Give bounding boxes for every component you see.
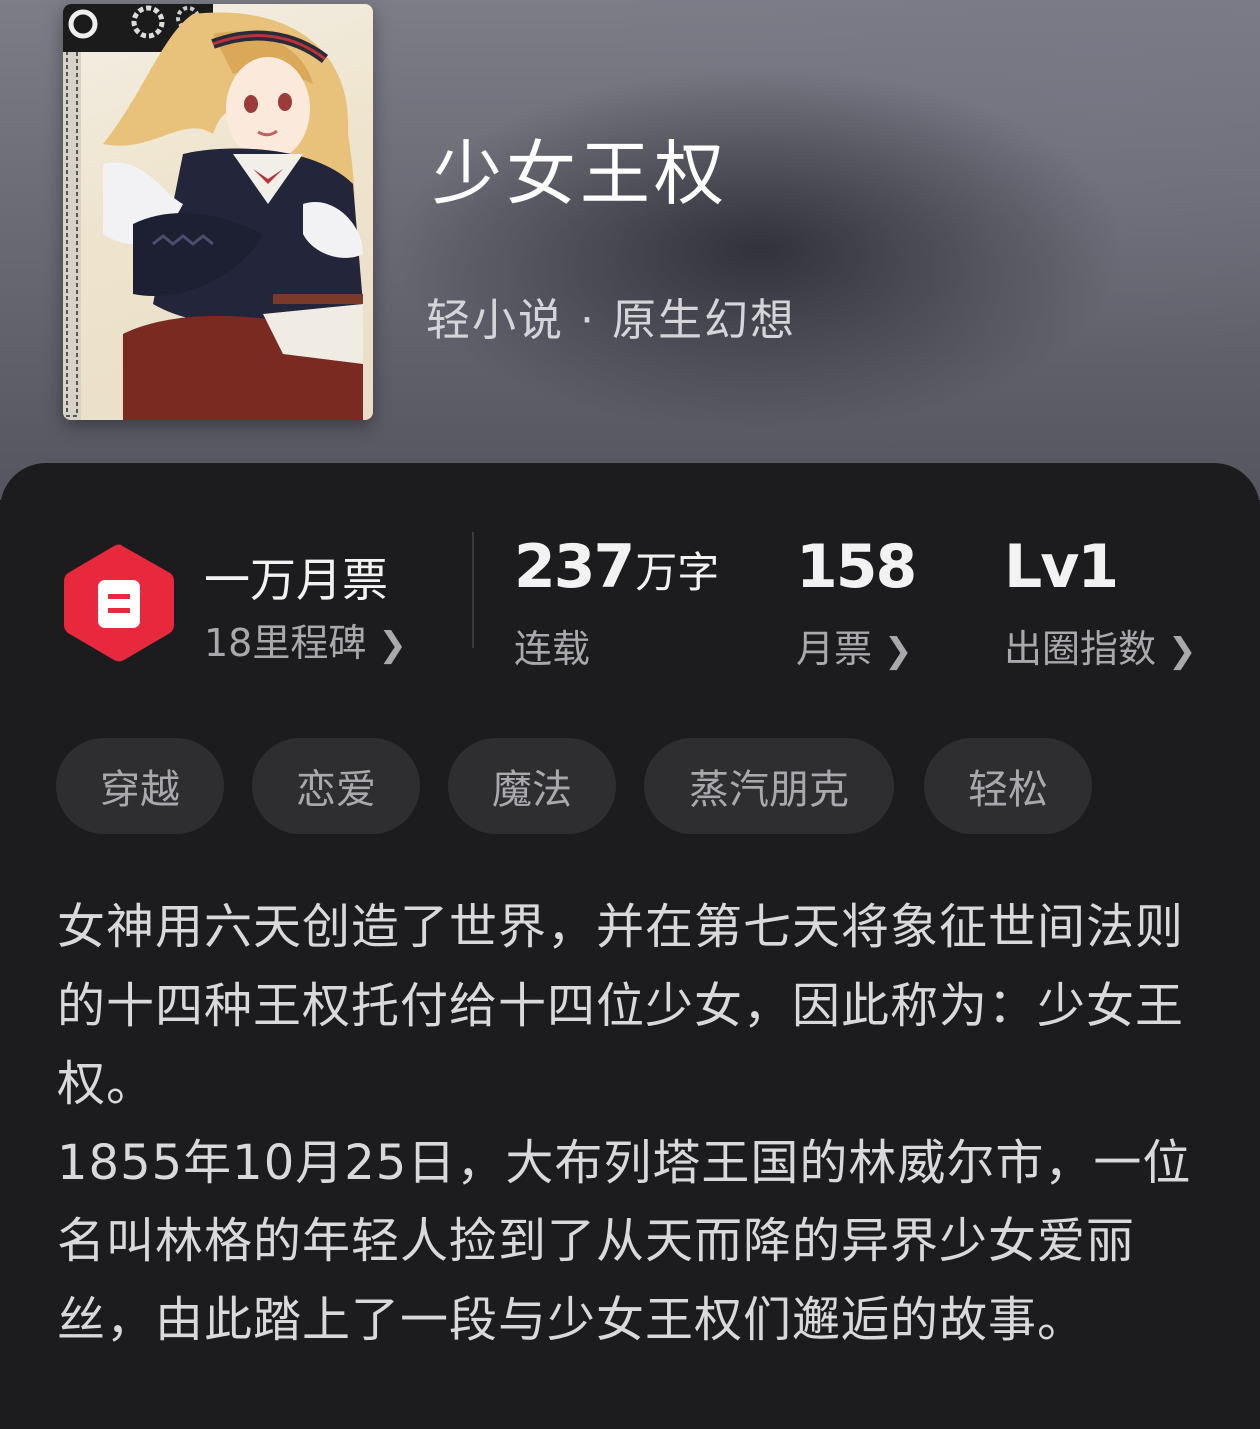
milestone-subtitle: 18里程碑 (204, 621, 367, 665)
word-count: 237万字 (514, 532, 719, 602)
word-count-value: 237 (514, 532, 635, 602)
milestone-title[interactable]: 一万月票 (204, 544, 388, 610)
popularity-level: Lv1 (1004, 532, 1119, 602)
popularity-index-label: 出圈指数 (1004, 627, 1157, 671)
monthly-ticket-value: 158 (796, 532, 917, 602)
cover-illustration (63, 4, 363, 420)
book-cover-image[interactable] (63, 4, 373, 420)
monthly-ticket-label: 月票 (796, 627, 873, 671)
tag-chip[interactable]: 恋爱 (252, 738, 420, 834)
book-category[interactable]: 轻小说 · 原生幻想 (426, 284, 796, 348)
monthly-ticket-link[interactable]: 月票 ❯ (796, 618, 913, 673)
word-count-unit: 万字 (635, 548, 720, 597)
stats-divider (472, 532, 474, 648)
description-paragraph: 女神用六天创造了世界，并在第七天将象征世间法则的十四种王权托付给十四位少女，因此… (57, 899, 1185, 1112)
tag-chip[interactable]: 穿越 (56, 738, 224, 834)
tag-chip[interactable]: 轻松 (924, 738, 1092, 834)
tag-chip[interactable]: 魔法 (448, 738, 616, 834)
tag-chip[interactable]: 蒸汽朋克 (644, 738, 894, 834)
chevron-right-icon: ❯ (884, 631, 913, 671)
book-header: 少女王权 轻小说 · 原生幻想 (0, 0, 1260, 500)
monthly-ticket-count: 158 (796, 532, 917, 602)
book-description[interactable]: 女神用六天创造了世界，并在第七天将象征世间法则的十四种王权托付给十四位少女，因此… (57, 888, 1207, 1359)
popularity-index-link[interactable]: 出圈指数 ❯ (1004, 618, 1197, 673)
chevron-right-icon: ❯ (378, 625, 407, 665)
chevron-right-icon: ❯ (1168, 631, 1197, 671)
popularity-level-value: Lv1 (1004, 532, 1119, 602)
serial-status-label: 连载 (514, 627, 591, 671)
description-paragraph: 1855年10月25日，大布列塔王国的林威尔市，一位名叫林格的年轻人捡到了从天而… (57, 1134, 1192, 1348)
milestone-link[interactable]: 18里程碑 ❯ (204, 612, 407, 667)
ticket-badge-icon[interactable] (62, 540, 176, 666)
book-title: 少女王权 (432, 133, 728, 215)
